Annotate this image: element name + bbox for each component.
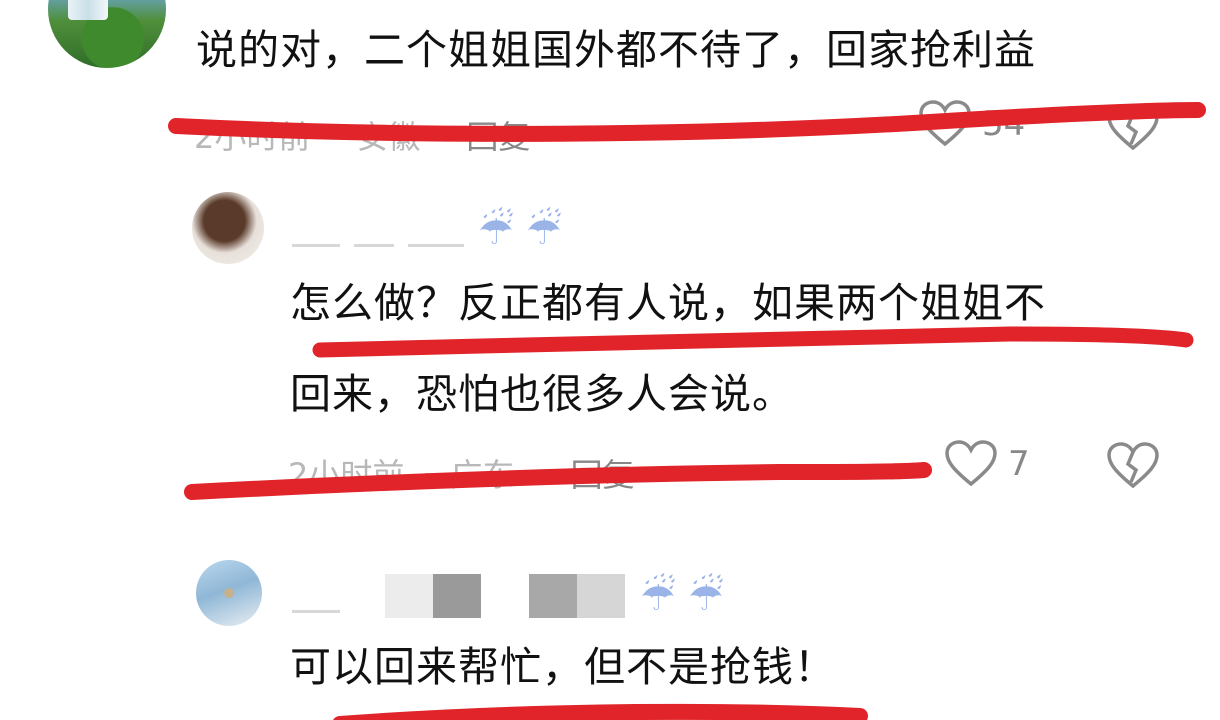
username-redacted: [292, 610, 340, 613]
umbrella-emoji: ☔: [478, 208, 514, 254]
like-button[interactable]: 54: [918, 100, 1025, 148]
comment-location: 安徽: [356, 118, 421, 156]
reply-button[interactable]: 回复: [466, 118, 530, 156]
avatar-image-waterfall: [68, 0, 108, 20]
comment-text-line: 回来，恐怕也很多人会说。: [290, 370, 794, 418]
username-redacted: [433, 574, 481, 618]
broken-heart-icon: [1107, 442, 1159, 489]
comment-time: 2小时前: [194, 118, 311, 156]
avatar[interactable]: [196, 560, 262, 626]
username-redacted: [292, 244, 340, 247]
heart-outline-icon: [919, 100, 971, 147]
heart-outline-icon: [945, 440, 997, 487]
umbrella-emoji: ☔: [688, 574, 724, 620]
like-button[interactable]: 7: [944, 440, 1030, 488]
comment-meta: 2小时前 · 广东 回复: [288, 450, 653, 496]
avatar[interactable]: [192, 192, 264, 264]
avatar[interactable]: [48, 0, 166, 68]
username-redacted: [529, 574, 577, 618]
dislike-button[interactable]: [1106, 442, 1160, 494]
meta-separator: ·: [422, 456, 433, 494]
dislike-button[interactable]: [1106, 104, 1160, 156]
username-redacted: [577, 574, 625, 618]
comment-text-line: 怎么做？反正都有人说，如果两个姐姐不: [290, 279, 1046, 327]
comment-time: 2小时前: [288, 456, 405, 494]
comment-meta: 2小时前 安徽 回复: [194, 112, 576, 158]
comment-text: 说的对，二个姐姐国外都不待了，回家抢利益: [196, 26, 1036, 74]
like-count: 54: [982, 104, 1026, 144]
umbrella-emoji: ☔: [526, 208, 562, 254]
umbrella-emoji: ☔: [640, 574, 676, 620]
like-count: 7: [1008, 444, 1030, 484]
comment-text: 可以回来帮忙，但不是抢钱！: [290, 643, 836, 691]
username-redacted: [354, 244, 394, 247]
comment-location: 广东: [450, 456, 515, 494]
red-underline: [333, 703, 868, 720]
red-underline: [312, 326, 1194, 358]
reply-button[interactable]: 回复: [571, 456, 635, 494]
comment-thread: 说的对，二个姐姐国外都不待了，回家抢利益 2小时前 安徽 回复 54 ☔ ☔ 怎么做…: [0, 0, 1220, 720]
username-redacted: [408, 244, 464, 247]
broken-heart-icon: [1107, 104, 1159, 151]
username-redacted: [385, 574, 433, 618]
